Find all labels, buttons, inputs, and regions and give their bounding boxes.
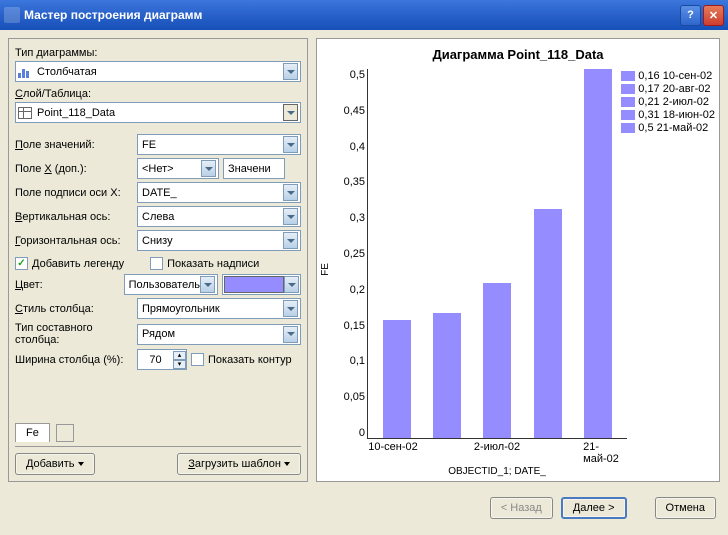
chart-bar <box>534 209 562 438</box>
layer-value: Point_118_Data <box>35 107 283 119</box>
stack-label: Тип составного столбца: <box>15 322 133 346</box>
chevron-down-icon <box>283 326 298 343</box>
add-button[interactable]: Добавить <box>15 453 95 475</box>
chart-type-value: Столбчатая <box>35 66 283 78</box>
chart-plot <box>367 69 627 439</box>
add-legend-checkbox[interactable] <box>15 257 28 270</box>
chevron-down-icon <box>283 104 298 121</box>
chevron-down-icon <box>283 208 298 225</box>
series-tab[interactable]: Fe <box>15 423 50 442</box>
show-outline-checkbox[interactable] <box>191 353 204 366</box>
table-icon <box>18 107 32 119</box>
show-outline-label: Показать контур <box>208 354 292 366</box>
chevron-down-icon <box>201 160 216 177</box>
stack-combo[interactable]: Рядом <box>137 324 301 345</box>
app-icon <box>4 7 20 23</box>
chart-ylabel: FE <box>320 263 331 276</box>
chevron-down-icon <box>283 300 298 317</box>
chevron-down-icon <box>283 63 298 80</box>
wizard-footer: < Назад Далее > Отмена <box>0 490 728 526</box>
chevron-down-icon <box>283 232 298 249</box>
vaxis-combo[interactable]: Слева <box>137 206 301 227</box>
show-labels-checkbox[interactable] <box>150 257 163 270</box>
chart-bar <box>433 313 461 438</box>
chevron-down-icon <box>283 184 298 201</box>
chart-xlabel: OBJECTID_1; DATE_ <box>367 466 627 477</box>
bar-chart-icon <box>18 66 32 78</box>
add-legend-label: Добавить легенду <box>32 258 124 270</box>
chart-bar <box>584 69 612 438</box>
xlabel-field-combo[interactable]: DATE_ <box>137 182 301 203</box>
chevron-down-icon <box>284 276 299 293</box>
series-tab-spacer <box>56 424 74 442</box>
width-spinner[interactable]: 70▴▾ <box>137 349 187 370</box>
left-panel: Тип диаграммы: Столбчатая ССлой/Таблица:… <box>8 38 308 482</box>
chart-type-combo[interactable]: Столбчатая <box>15 61 301 82</box>
close-button[interactable]: ✕ <box>703 5 724 26</box>
chart-x-axis: 10-сен-022-июл-0221-май-02 <box>367 441 627 459</box>
width-label: Ширина столбца (%): <box>15 354 133 366</box>
bar-style-combo[interactable]: Прямоугольник <box>137 298 301 319</box>
xfield-extra-combo[interactable]: Значени <box>223 158 285 179</box>
load-template-button[interactable]: Загрузить шаблон <box>177 453 301 475</box>
show-labels-label: Показать надписи <box>167 258 259 270</box>
color-mode-combo[interactable]: Пользователь <box>124 274 218 295</box>
color-swatch <box>224 276 284 293</box>
xfield-combo[interactable]: <Нет> <box>137 158 219 179</box>
chart-bar <box>483 283 511 438</box>
haxis-combo[interactable]: Снизу <box>137 230 301 251</box>
chart-legend: 0,16 10-сен-020,17 20-авг-020,21 2-июл-0… <box>621 69 715 135</box>
titlebar: Мастер построения диаграмм ? ✕ <box>0 0 728 30</box>
color-picker[interactable] <box>222 274 301 295</box>
next-button[interactable]: Далее > <box>561 497 627 519</box>
chart-y-axis: 0,50,450,40,350,30,250,20,150,10,050 <box>337 69 365 439</box>
chart-bar <box>383 320 411 438</box>
cancel-button[interactable]: Отмена <box>655 497 716 519</box>
chevron-down-icon <box>283 136 298 153</box>
chart-title: Диаграмма Point_118_Data <box>317 47 719 62</box>
chart-type-label: Тип диаграммы: <box>15 47 301 59</box>
value-field-combo[interactable]: FE <box>137 134 301 155</box>
layer-combo[interactable]: Point_118_Data <box>15 102 301 123</box>
help-button[interactable]: ? <box>680 5 701 26</box>
back-button[interactable]: < Назад <box>490 497 553 519</box>
chart-preview: Диаграмма Point_118_Data FE 0,50,450,40,… <box>316 38 720 482</box>
window-title: Мастер построения диаграмм <box>24 8 678 22</box>
chevron-down-icon <box>200 276 215 293</box>
